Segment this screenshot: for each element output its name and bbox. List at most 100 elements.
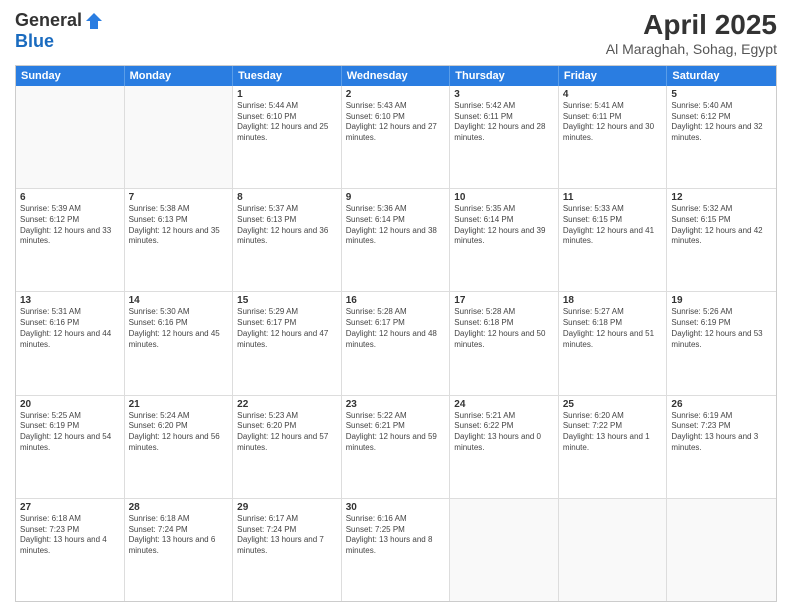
day-number: 11 <box>563 192 663 203</box>
calendar-cell: 29Sunrise: 6:17 AMSunset: 7:24 PMDayligh… <box>233 499 342 601</box>
header-day-thursday: Thursday <box>450 66 559 86</box>
header-day-sunday: Sunday <box>16 66 125 86</box>
day-number: 30 <box>346 502 446 513</box>
cell-detail: Sunrise: 5:30 AMSunset: 6:16 PMDaylight:… <box>129 307 229 350</box>
day-number: 8 <box>237 192 337 203</box>
calendar-row-4: 27Sunrise: 6:18 AMSunset: 7:23 PMDayligh… <box>16 499 776 601</box>
day-number: 28 <box>129 502 229 513</box>
cell-detail: Sunrise: 5:35 AMSunset: 6:14 PMDaylight:… <box>454 204 554 247</box>
day-number: 7 <box>129 192 229 203</box>
cell-detail: Sunrise: 5:28 AMSunset: 6:18 PMDaylight:… <box>454 307 554 350</box>
day-number: 16 <box>346 295 446 306</box>
day-number: 2 <box>346 89 446 100</box>
cell-detail: Sunrise: 5:29 AMSunset: 6:17 PMDaylight:… <box>237 307 337 350</box>
calendar-cell: 21Sunrise: 5:24 AMSunset: 6:20 PMDayligh… <box>125 396 234 498</box>
cell-detail: Sunrise: 5:23 AMSunset: 6:20 PMDaylight:… <box>237 411 337 454</box>
cell-detail: Sunrise: 6:16 AMSunset: 7:25 PMDaylight:… <box>346 514 446 557</box>
calendar-row-1: 6Sunrise: 5:39 AMSunset: 6:12 PMDaylight… <box>16 189 776 292</box>
header-day-wednesday: Wednesday <box>342 66 451 86</box>
cell-detail: Sunrise: 5:26 AMSunset: 6:19 PMDaylight:… <box>671 307 772 350</box>
day-number: 23 <box>346 399 446 410</box>
calendar-cell: 8Sunrise: 5:37 AMSunset: 6:13 PMDaylight… <box>233 189 342 291</box>
cell-detail: Sunrise: 5:37 AMSunset: 6:13 PMDaylight:… <box>237 204 337 247</box>
day-number: 17 <box>454 295 554 306</box>
calendar-cell: 5Sunrise: 5:40 AMSunset: 6:12 PMDaylight… <box>667 86 776 188</box>
day-number: 6 <box>20 192 120 203</box>
day-number: 21 <box>129 399 229 410</box>
cell-detail: Sunrise: 6:18 AMSunset: 7:24 PMDaylight:… <box>129 514 229 557</box>
cell-detail: Sunrise: 6:20 AMSunset: 7:22 PMDaylight:… <box>563 411 663 454</box>
cell-detail: Sunrise: 5:36 AMSunset: 6:14 PMDaylight:… <box>346 204 446 247</box>
day-number: 26 <box>671 399 772 410</box>
calendar-cell: 27Sunrise: 6:18 AMSunset: 7:23 PMDayligh… <box>16 499 125 601</box>
calendar-cell: 19Sunrise: 5:26 AMSunset: 6:19 PMDayligh… <box>667 292 776 394</box>
cell-detail: Sunrise: 5:42 AMSunset: 6:11 PMDaylight:… <box>454 101 554 144</box>
calendar-cell: 15Sunrise: 5:29 AMSunset: 6:17 PMDayligh… <box>233 292 342 394</box>
calendar-cell <box>450 499 559 601</box>
day-number: 10 <box>454 192 554 203</box>
location-title: Al Maraghah, Sohag, Egypt <box>606 41 777 57</box>
calendar-cell: 18Sunrise: 5:27 AMSunset: 6:18 PMDayligh… <box>559 292 668 394</box>
day-number: 15 <box>237 295 337 306</box>
calendar-cell: 30Sunrise: 6:16 AMSunset: 7:25 PMDayligh… <box>342 499 451 601</box>
calendar-cell: 9Sunrise: 5:36 AMSunset: 6:14 PMDaylight… <box>342 189 451 291</box>
day-number: 13 <box>20 295 120 306</box>
header-day-saturday: Saturday <box>667 66 776 86</box>
cell-detail: Sunrise: 5:41 AMSunset: 6:11 PMDaylight:… <box>563 101 663 144</box>
calendar-row-2: 13Sunrise: 5:31 AMSunset: 6:16 PMDayligh… <box>16 292 776 395</box>
day-number: 1 <box>237 89 337 100</box>
cell-detail: Sunrise: 5:24 AMSunset: 6:20 PMDaylight:… <box>129 411 229 454</box>
calendar-cell: 22Sunrise: 5:23 AMSunset: 6:20 PMDayligh… <box>233 396 342 498</box>
calendar-cell <box>667 499 776 601</box>
day-number: 4 <box>563 89 663 100</box>
calendar-cell: 14Sunrise: 5:30 AMSunset: 6:16 PMDayligh… <box>125 292 234 394</box>
calendar-row-0: 1Sunrise: 5:44 AMSunset: 6:10 PMDaylight… <box>16 86 776 189</box>
cell-detail: Sunrise: 5:31 AMSunset: 6:16 PMDaylight:… <box>20 307 120 350</box>
calendar-cell: 28Sunrise: 6:18 AMSunset: 7:24 PMDayligh… <box>125 499 234 601</box>
cell-detail: Sunrise: 6:18 AMSunset: 7:23 PMDaylight:… <box>20 514 120 557</box>
calendar-cell: 20Sunrise: 5:25 AMSunset: 6:19 PMDayligh… <box>16 396 125 498</box>
calendar-cell: 17Sunrise: 5:28 AMSunset: 6:18 PMDayligh… <box>450 292 559 394</box>
cell-detail: Sunrise: 5:43 AMSunset: 6:10 PMDaylight:… <box>346 101 446 144</box>
logo-icon <box>84 11 104 31</box>
calendar-cell: 10Sunrise: 5:35 AMSunset: 6:14 PMDayligh… <box>450 189 559 291</box>
calendar: SundayMondayTuesdayWednesdayThursdayFrid… <box>15 65 777 602</box>
cell-detail: Sunrise: 5:28 AMSunset: 6:17 PMDaylight:… <box>346 307 446 350</box>
day-number: 12 <box>671 192 772 203</box>
calendar-header: SundayMondayTuesdayWednesdayThursdayFrid… <box>16 66 776 86</box>
header-day-monday: Monday <box>125 66 234 86</box>
calendar-cell: 4Sunrise: 5:41 AMSunset: 6:11 PMDaylight… <box>559 86 668 188</box>
cell-detail: Sunrise: 5:27 AMSunset: 6:18 PMDaylight:… <box>563 307 663 350</box>
calendar-cell: 1Sunrise: 5:44 AMSunset: 6:10 PMDaylight… <box>233 86 342 188</box>
day-number: 19 <box>671 295 772 306</box>
calendar-cell: 13Sunrise: 5:31 AMSunset: 6:16 PMDayligh… <box>16 292 125 394</box>
cell-detail: Sunrise: 6:19 AMSunset: 7:23 PMDaylight:… <box>671 411 772 454</box>
day-number: 18 <box>563 295 663 306</box>
cell-detail: Sunrise: 5:38 AMSunset: 6:13 PMDaylight:… <box>129 204 229 247</box>
calendar-cell: 24Sunrise: 5:21 AMSunset: 6:22 PMDayligh… <box>450 396 559 498</box>
calendar-cell: 26Sunrise: 6:19 AMSunset: 7:23 PMDayligh… <box>667 396 776 498</box>
cell-detail: Sunrise: 5:21 AMSunset: 6:22 PMDaylight:… <box>454 411 554 454</box>
calendar-cell <box>559 499 668 601</box>
logo: General Blue <box>15 10 104 52</box>
cell-detail: Sunrise: 5:32 AMSunset: 6:15 PMDaylight:… <box>671 204 772 247</box>
cell-detail: Sunrise: 5:22 AMSunset: 6:21 PMDaylight:… <box>346 411 446 454</box>
header-day-tuesday: Tuesday <box>233 66 342 86</box>
day-number: 22 <box>237 399 337 410</box>
calendar-cell <box>125 86 234 188</box>
cell-detail: Sunrise: 5:40 AMSunset: 6:12 PMDaylight:… <box>671 101 772 144</box>
day-number: 25 <box>563 399 663 410</box>
page: General Blue April 2025 Al Maraghah, Soh… <box>0 0 792 612</box>
cell-detail: Sunrise: 5:39 AMSunset: 6:12 PMDaylight:… <box>20 204 120 247</box>
cell-detail: Sunrise: 6:17 AMSunset: 7:24 PMDaylight:… <box>237 514 337 557</box>
cell-detail: Sunrise: 5:33 AMSunset: 6:15 PMDaylight:… <box>563 204 663 247</box>
calendar-cell: 6Sunrise: 5:39 AMSunset: 6:12 PMDaylight… <box>16 189 125 291</box>
calendar-cell: 23Sunrise: 5:22 AMSunset: 6:21 PMDayligh… <box>342 396 451 498</box>
day-number: 3 <box>454 89 554 100</box>
day-number: 14 <box>129 295 229 306</box>
day-number: 9 <box>346 192 446 203</box>
calendar-cell: 12Sunrise: 5:32 AMSunset: 6:15 PMDayligh… <box>667 189 776 291</box>
day-number: 5 <box>671 89 772 100</box>
cell-detail: Sunrise: 5:44 AMSunset: 6:10 PMDaylight:… <box>237 101 337 144</box>
calendar-cell: 25Sunrise: 6:20 AMSunset: 7:22 PMDayligh… <box>559 396 668 498</box>
